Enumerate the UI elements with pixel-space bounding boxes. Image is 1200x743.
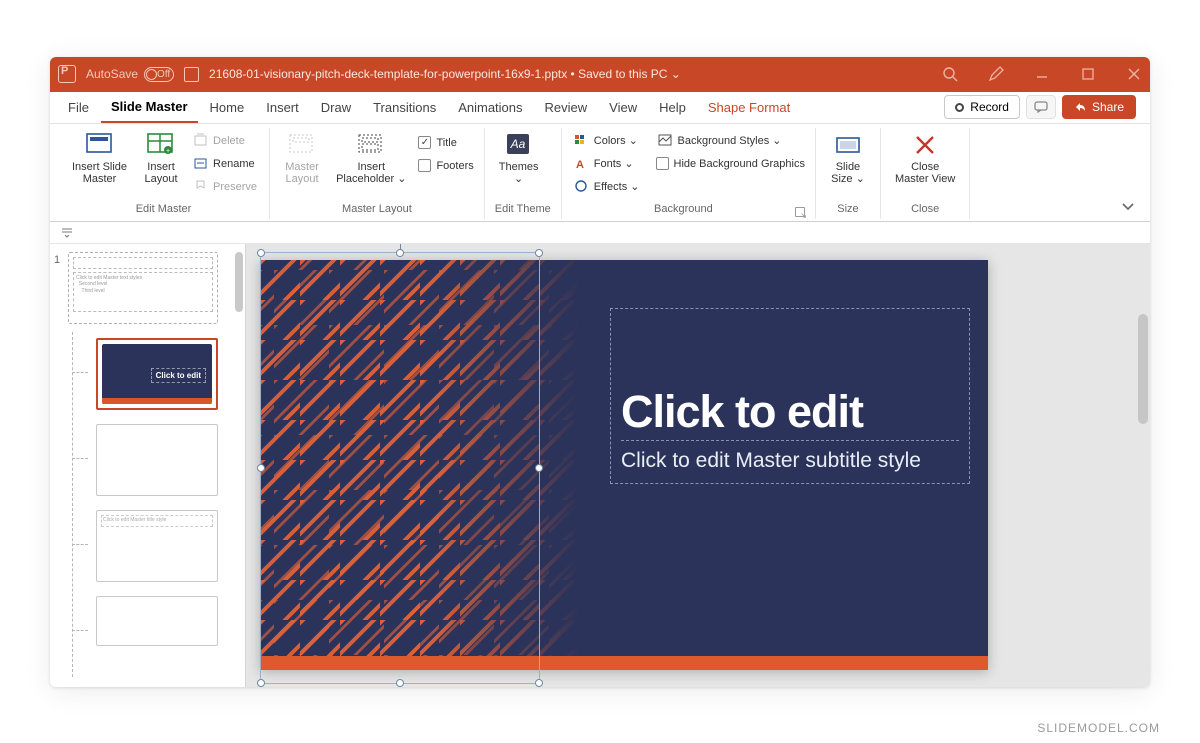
document-title[interactable]: 21608-01-visionary-pitch-deck-template-f… [209, 67, 681, 81]
master-layout-button[interactable]: Master Layout [280, 130, 324, 187]
tab-shape-format[interactable]: Shape Format [698, 92, 800, 123]
thumbnail-layout-2[interactable] [96, 424, 218, 496]
title-checkbox[interactable]: ✓Title [418, 133, 473, 153]
colors-button[interactable]: Colors ⌄ [572, 131, 642, 151]
tab-animations[interactable]: Animations [448, 92, 532, 123]
ribbon-tabs: File Slide Master Home Insert Draw Trans… [50, 92, 1150, 124]
resize-handle[interactable] [535, 679, 543, 687]
search-icon[interactable] [942, 66, 958, 82]
comments-button[interactable] [1026, 95, 1056, 119]
background-dialog-launcher[interactable] [795, 207, 805, 217]
rename-button[interactable]: Rename [191, 154, 259, 174]
group-close: Close Master View Close [881, 128, 970, 219]
thumbnail-scrollbar[interactable] [235, 252, 243, 312]
titlebar: AutoSave Off 21608-01-visionary-pitch-de… [50, 57, 1150, 92]
insert-slide-master-button[interactable]: Insert Slide Master [68, 130, 131, 187]
slide-size-button[interactable]: Slide Size ⌄ [826, 130, 870, 187]
fonts-button[interactable]: A Fonts ⌄ [572, 154, 642, 174]
ribbon: Insert Slide Master + Insert Layout Dele… [50, 124, 1150, 222]
autosave-label: AutoSave [86, 67, 138, 81]
thumbnail-layout-3[interactable]: Click to edit Master title style [96, 510, 218, 582]
footers-checkbox[interactable]: Footers [418, 156, 473, 176]
resize-handle[interactable] [257, 464, 265, 472]
collapse-ribbon-icon[interactable] [1120, 199, 1136, 213]
slide-title[interactable]: Click to edit [621, 389, 959, 434]
resize-handle[interactable] [535, 249, 543, 257]
insert-layout-button[interactable]: + Insert Layout [139, 130, 183, 187]
group-edit-theme: Aa Themes ⌄ Edit Theme [485, 128, 562, 219]
hide-background-checkbox[interactable]: Hide Background Graphics [656, 154, 805, 174]
tab-help[interactable]: Help [649, 92, 696, 123]
tab-transitions[interactable]: Transitions [363, 92, 446, 123]
app-window: AutoSave Off 21608-01-visionary-pitch-de… [50, 57, 1150, 687]
master-number: 1 [54, 252, 64, 679]
close-icon[interactable] [1126, 66, 1142, 82]
resize-handle[interactable] [396, 679, 404, 687]
tab-file[interactable]: File [58, 92, 99, 123]
title-placeholder[interactable]: Click to edit Click to edit Master subti… [610, 308, 970, 484]
powerpoint-icon [58, 65, 76, 83]
slide-subtitle[interactable]: Click to edit Master subtitle style [621, 440, 959, 473]
minimize-icon[interactable] [1034, 66, 1050, 82]
group-size: Slide Size ⌄ Size [816, 128, 881, 219]
slide: Click to edit Click to edit Master subti… [260, 260, 988, 670]
record-button[interactable]: Record [944, 95, 1020, 119]
thumbnail-master[interactable]: Click to edit Master text styles Second … [68, 252, 218, 324]
svg-text:Aa: Aa [509, 137, 525, 151]
pen-icon[interactable] [988, 66, 1004, 82]
group-background: Colors ⌄ A Fonts ⌄ Effects ⌄ Background … [562, 128, 816, 219]
resize-handle[interactable] [257, 249, 265, 257]
close-master-view-button[interactable]: Close Master View [891, 130, 959, 187]
svg-text:A: A [576, 159, 584, 171]
thumbnail-layout-1[interactable]: Click to edit [96, 338, 218, 410]
slide-canvas[interactable]: Click to edit Click to edit Master subti… [246, 244, 1150, 687]
watermark: SLIDEMODEL.COM [1037, 721, 1160, 735]
background-styles-button[interactable]: Background Styles ⌄ [656, 131, 805, 151]
maximize-icon[interactable] [1080, 66, 1096, 82]
delete-button[interactable]: Delete [191, 131, 259, 151]
canvas-scrollbar[interactable] [1138, 314, 1148, 424]
tab-view[interactable]: View [599, 92, 647, 123]
tab-draw[interactable]: Draw [311, 92, 361, 123]
themes-button[interactable]: Aa Themes ⌄ [495, 130, 543, 187]
insert-placeholder-button[interactable]: Insert Placeholder ⌄ [332, 130, 410, 187]
share-button[interactable]: Share [1062, 95, 1136, 119]
save-icon[interactable] [184, 67, 199, 82]
group-master-layout: Master Layout Insert Placeholder ⌄ ✓Titl… [270, 128, 485, 219]
thumbnail-layout-4[interactable] [96, 596, 218, 646]
autosave-toggle[interactable]: AutoSave Off [86, 67, 174, 82]
thumbnail-panel: 1 Click to edit Master text styles Secon… [50, 244, 246, 687]
work-area: 1 Click to edit Master text styles Secon… [50, 244, 1150, 687]
tab-review[interactable]: Review [535, 92, 598, 123]
selection-frame[interactable] [260, 252, 540, 684]
effects-button[interactable]: Effects ⌄ [572, 177, 642, 197]
resize-handle[interactable] [396, 249, 404, 257]
resize-handle[interactable] [535, 464, 543, 472]
quick-access-row [50, 222, 1150, 244]
svg-text:+: + [166, 148, 170, 155]
group-edit-master: Insert Slide Master + Insert Layout Dele… [58, 128, 270, 219]
preserve-button[interactable]: Preserve [191, 177, 259, 197]
tab-home[interactable]: Home [200, 92, 255, 123]
tab-slide-master[interactable]: Slide Master [101, 92, 198, 123]
tab-insert[interactable]: Insert [256, 92, 309, 123]
resize-handle[interactable] [257, 679, 265, 687]
overflow-icon[interactable] [60, 226, 74, 238]
